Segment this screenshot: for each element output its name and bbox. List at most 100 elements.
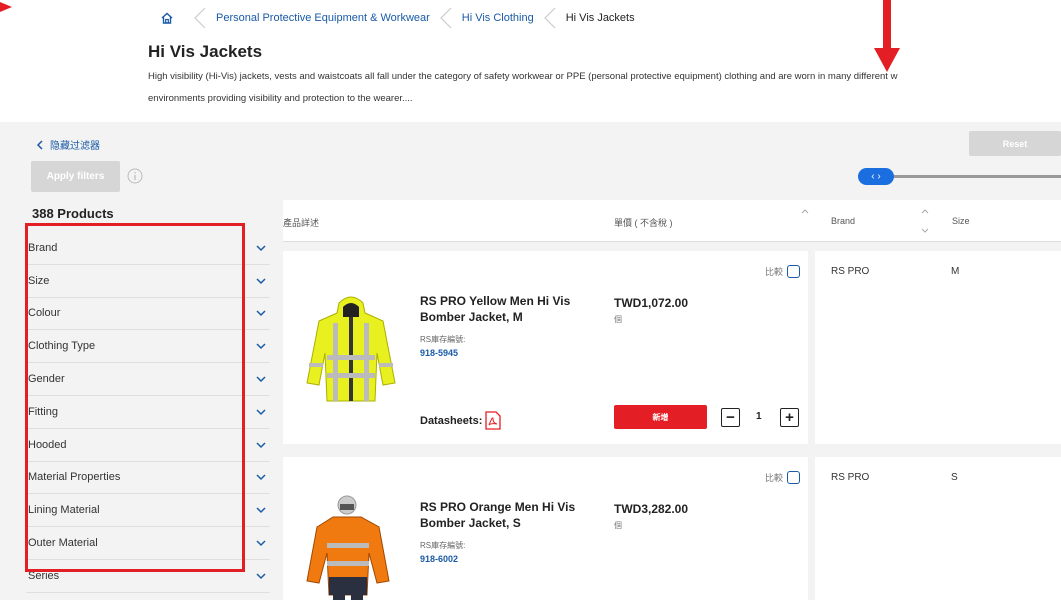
column-header-size[interactable]: Size — [952, 216, 970, 226]
filter-clothing-type[interactable]: Clothing Type — [26, 330, 270, 364]
horizontal-scroll-track[interactable] — [885, 175, 1061, 178]
breadcrumb-separator-icon — [439, 7, 452, 29]
breadcrumb-separator-icon — [543, 7, 556, 29]
product-brand: RS PRO — [831, 472, 870, 483]
product-image-orange-jacket[interactable] — [303, 495, 399, 600]
red-arrow-annotation-icon — [0, 2, 12, 12]
stock-number[interactable]: 918-5945 — [420, 348, 458, 358]
filter-label: Hooded — [28, 438, 67, 451]
product-brand: RS PRO — [831, 266, 870, 277]
breadcrumb-separator-icon — [194, 7, 206, 29]
price-unit: 個 — [614, 315, 622, 324]
apply-filters-button[interactable]: Apply filters — [31, 161, 120, 192]
page-title: Hi Vis Jackets — [148, 42, 263, 61]
products-count: 388 Products — [32, 206, 114, 221]
filter-gender[interactable]: Gender — [26, 363, 270, 396]
column-header-price: 單價 ( 不含稅 ) — [614, 218, 673, 228]
table-header: 產品詳述 單價 ( 不含稅 ) Brand Size — [283, 200, 1061, 242]
breadcrumb: Personal Protective Equipment & Workwear… — [160, 7, 635, 29]
filter-label: Outer Material — [28, 537, 98, 550]
filter-label: Series — [28, 569, 60, 582]
compare-checkbox[interactable] — [787, 471, 800, 484]
filter-outer-material[interactable]: Outer Material — [26, 527, 270, 560]
minus-icon: − — [726, 409, 735, 426]
chevron-down-icon — [256, 507, 266, 514]
product-size: S — [951, 472, 958, 483]
product-image-yellow-jacket[interactable] — [303, 293, 399, 405]
chevron-down-icon — [256, 278, 266, 284]
column-header-brand[interactable]: Brand — [831, 216, 855, 226]
horizontal-scroll-handle[interactable]: ‹ › — [858, 168, 894, 185]
price-unit: 個 — [614, 521, 622, 530]
product-row: 比較 RS PRO Orange Men Hi Vis Bomber Jacke… — [283, 457, 808, 600]
product-size: M — [951, 266, 960, 277]
sort-arrows-icon[interactable] — [921, 208, 929, 234]
datasheets-label: Datasheets: — [420, 414, 483, 427]
chevron-down-icon — [256, 474, 266, 481]
chevron-left-icon — [36, 139, 43, 150]
compare-label: 比較 — [764, 267, 783, 277]
product-price: TWD1,072.00 — [614, 296, 689, 310]
red-arrow-annotation-icon — [874, 0, 900, 72]
filter-label: Colour — [28, 307, 61, 320]
filter-colour[interactable]: Colour — [26, 297, 270, 331]
compare-toggle[interactable]: 比較 — [765, 471, 800, 484]
product-row: 比較 RS PRO Yellow Men Hi Vis Bomber Jacke… — [283, 251, 808, 444]
filter-label: Clothing Type — [28, 340, 96, 353]
compare-toggle[interactable]: 比較 — [765, 265, 800, 278]
column-header-details: 產品詳述 — [283, 218, 320, 228]
filter-brand[interactable]: Brand — [26, 232, 270, 265]
description-line: High visibility (Hi-Vis) jackets, vests … — [148, 71, 898, 82]
chevron-down-icon — [256, 573, 266, 579]
chevron-down-icon — [256, 343, 266, 350]
filter-list: Brand Size Colour Clothing Type Gender F… — [26, 232, 270, 593]
quantity-value[interactable]: 1 — [756, 411, 762, 422]
breadcrumb-link-hi-vis-clothing[interactable]: Hi Vis Clothing — [462, 12, 534, 24]
pdf-icon[interactable] — [485, 411, 502, 430]
chevron-down-icon — [256, 310, 266, 317]
filter-label: Gender — [28, 373, 65, 386]
chevron-down-icon — [256, 442, 266, 448]
product-name[interactable]: RS PRO Orange Men Hi Vis Bomber Jacket, … — [420, 499, 595, 531]
breadcrumb-current: Hi Vis Jackets — [565, 12, 635, 24]
chevron-down-icon — [256, 540, 266, 547]
filter-hooded[interactable]: Hooded — [26, 428, 270, 462]
filter-label: Material Properties — [28, 471, 121, 484]
chevron-down-icon — [256, 376, 266, 383]
filter-label: Size — [28, 274, 50, 287]
chevron-down-icon — [256, 409, 266, 415]
filter-material-properties[interactable]: Material Properties — [26, 461, 270, 495]
product-attributes: RS PRO M — [815, 251, 1061, 444]
page-description: High visibility (Hi-Vis) jackets, vests … — [148, 66, 1061, 110]
info-icon[interactable] — [127, 168, 143, 184]
reset-button[interactable]: Reset — [969, 131, 1061, 156]
product-price: TWD3,282.00 — [614, 502, 689, 516]
compare-checkbox[interactable] — [787, 265, 800, 278]
filter-series[interactable]: Series — [26, 559, 270, 593]
compare-label: 比較 — [764, 473, 783, 483]
product-attributes: RS PRO S — [815, 457, 1061, 600]
plus-icon: + — [785, 409, 794, 426]
hide-filters-label: 隐藏过滤器 — [50, 141, 100, 152]
filter-label: Lining Material — [28, 504, 100, 517]
datasheets: Datasheets: — [420, 411, 502, 430]
description-line: environments providing visibility and pr… — [148, 93, 413, 104]
filter-label: Fitting — [28, 405, 58, 418]
stock-number-label: RS庫存編號: — [420, 335, 466, 344]
add-to-cart-button[interactable]: 新增 — [614, 405, 707, 429]
sort-arrows-icon[interactable] — [801, 208, 809, 234]
home-icon[interactable] — [160, 11, 174, 25]
filter-fitting[interactable]: Fitting — [26, 395, 270, 429]
filter-lining-material[interactable]: Lining Material — [26, 494, 270, 528]
breadcrumb-link-ppe[interactable]: Personal Protective Equipment & Workwear — [216, 12, 430, 24]
filter-size[interactable]: Size — [26, 264, 270, 298]
filter-label: Brand — [28, 241, 58, 254]
quantity-increase-button[interactable]: + — [780, 408, 799, 427]
stock-number-label: RS庫存編號: — [420, 541, 466, 550]
quantity-decrease-button[interactable]: − — [721, 408, 740, 427]
chevron-down-icon — [256, 245, 266, 251]
product-name[interactable]: RS PRO Yellow Men Hi Vis Bomber Jacket, … — [420, 293, 595, 325]
hide-filters-link[interactable]: 隐藏过滤器 — [36, 137, 100, 152]
stock-number[interactable]: 918-6002 — [420, 554, 458, 564]
arrows-left-right-icon: ‹ › — [871, 171, 881, 182]
